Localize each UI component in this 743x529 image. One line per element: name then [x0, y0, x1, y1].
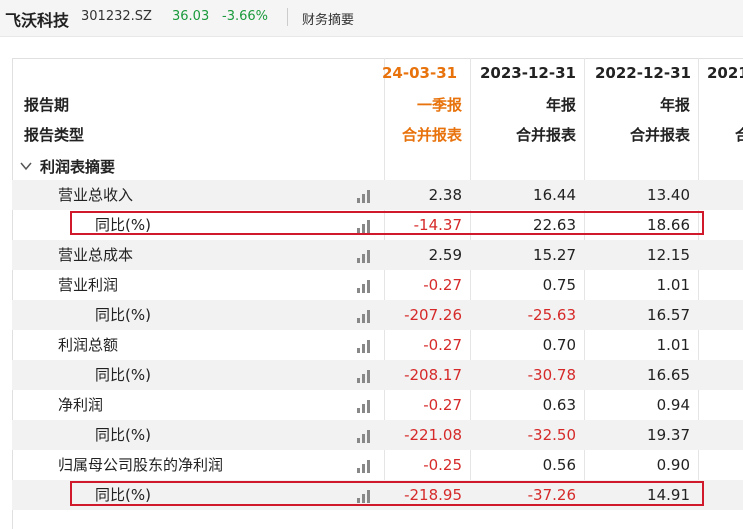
- value-cell: 12.15: [647, 246, 690, 264]
- stock-price: 36.03: [172, 9, 210, 24]
- column-type-2: 合并报表: [515, 126, 576, 144]
- column-date-2[interactable]: 2023-12-31: [480, 64, 576, 82]
- table-row: 营业利润 -0.27 0.75 1.01: [12, 270, 743, 300]
- stock-code: 301232.SZ: [81, 9, 152, 24]
- value-cell: 0.56: [542, 456, 576, 474]
- row-label: 同比(%): [95, 426, 151, 444]
- column-period-3: 年报: [659, 96, 690, 114]
- highlight-box: [70, 211, 704, 235]
- column-type-1: 合并报表: [401, 126, 462, 144]
- value-cell: -32.50: [527, 426, 576, 444]
- row-label: 营业利润: [58, 276, 119, 294]
- stock-change: -3.66%: [222, 9, 268, 24]
- divider: [287, 8, 288, 26]
- row-label: 营业总成本: [58, 246, 134, 264]
- section-title[interactable]: 财务摘要: [302, 9, 354, 28]
- value-cell: 16.44: [533, 186, 576, 204]
- value-cell: 0.63: [542, 396, 576, 414]
- column-date-1[interactable]: 24-03-31: [382, 64, 457, 82]
- value-cell: -30.78: [527, 366, 576, 384]
- value-cell: 0.75: [542, 276, 576, 294]
- column-type-4: 合: [735, 126, 743, 144]
- value-cell: 1.01: [656, 276, 690, 294]
- type-label: 报告类型: [24, 126, 85, 144]
- value-cell: -25.63: [527, 306, 576, 324]
- value-cell: -0.25: [423, 456, 462, 474]
- column-type-3: 合并报表: [629, 126, 690, 144]
- row-label: 同比(%): [95, 306, 151, 324]
- table-row: 利润总额 -0.27 0.70 1.01: [12, 330, 743, 360]
- value-cell: 13.40: [647, 186, 690, 204]
- chevron-down-icon[interactable]: [20, 160, 32, 172]
- column-period-2: 年报: [545, 96, 576, 114]
- table-row: 归属母公司股东的净利润 -0.25 0.56 0.90: [12, 450, 743, 480]
- stock-name[interactable]: 飞沃科技: [5, 7, 69, 31]
- column-date-4[interactable]: 2021: [707, 64, 743, 82]
- row-label: 利润总额: [58, 336, 119, 354]
- value-cell: 19.37: [647, 426, 690, 444]
- table-row: 净利润 -0.27 0.63 0.94: [12, 390, 743, 420]
- value-cell: -0.27: [423, 336, 462, 354]
- value-cell: 0.70: [542, 336, 576, 354]
- value-cell: -0.27: [423, 396, 462, 414]
- value-cell: 2.38: [428, 186, 462, 204]
- stock-header: 飞沃科技 301232.SZ 36.03 -3.66% 财务摘要: [0, 0, 743, 37]
- value-cell: 0.90: [656, 456, 690, 474]
- table-row: 营业总收入 2.38 16.44 13.40: [12, 180, 743, 210]
- row-label: 同比(%): [95, 366, 151, 384]
- section-header[interactable]: 利润表摘要: [40, 156, 115, 177]
- value-cell: -207.26: [404, 306, 462, 324]
- column-date-3[interactable]: 2022-12-31: [595, 64, 691, 82]
- row-label: 归属母公司股东的净利润: [58, 456, 224, 474]
- value-cell: -0.27: [423, 276, 462, 294]
- column-period-1: 一季报: [416, 96, 462, 114]
- value-cell: -221.08: [404, 426, 462, 444]
- highlight-box: [70, 481, 704, 506]
- period-label: 报告期: [24, 96, 70, 114]
- value-cell: 0.94: [656, 396, 690, 414]
- table-row: 同比(%) -221.08 -32.50 19.37: [12, 420, 743, 450]
- row-label: 营业总收入: [58, 186, 134, 204]
- table-row: 同比(%) -207.26 -25.63 16.57: [12, 300, 743, 330]
- value-cell: 16.65: [647, 366, 690, 384]
- row-label: 净利润: [58, 396, 104, 414]
- value-cell: 2.59: [428, 246, 462, 264]
- value-cell: -208.17: [404, 366, 462, 384]
- value-cell: 16.57: [647, 306, 690, 324]
- table-row: 同比(%) -208.17 -30.78 16.65: [12, 360, 743, 390]
- value-cell: 1.01: [656, 336, 690, 354]
- table-row: 营业总成本 2.59 15.27 12.15: [12, 240, 743, 270]
- value-cell: 15.27: [533, 246, 576, 264]
